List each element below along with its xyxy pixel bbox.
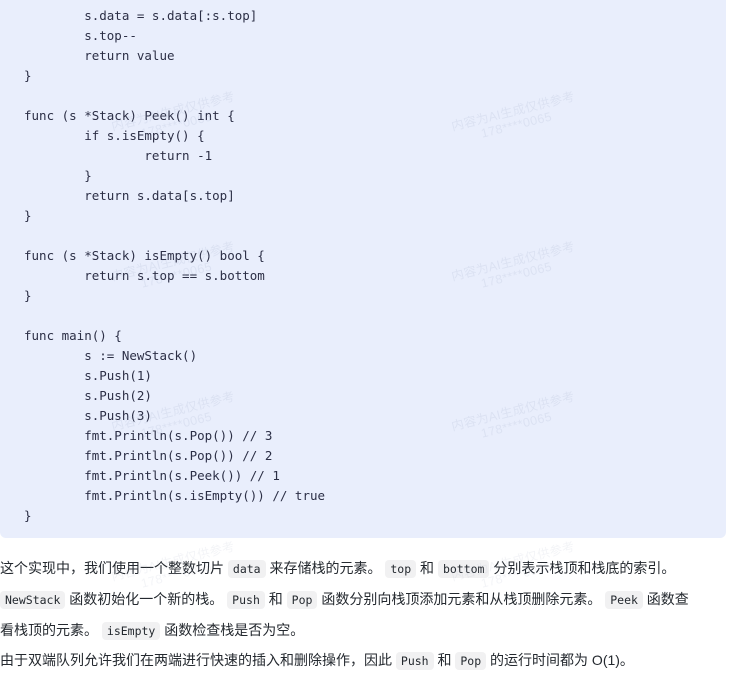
code-line: s := NewStack() xyxy=(24,348,198,363)
inline-code: NewStack xyxy=(0,591,66,609)
inline-code: Pop xyxy=(286,591,318,609)
paragraph-text: 这个实现中，我们使用一个整数切片 data 来存储栈的元素。 top 和 bot… xyxy=(0,560,689,640)
paragraph-text: 由于双端队列允许我们在两端进行快速的插入和删除操作，因此 Push 和 Pop … xyxy=(0,652,634,670)
inline-code: isEmpty xyxy=(101,622,161,640)
code-line: } xyxy=(24,508,32,523)
code-line: s.Push(3) xyxy=(24,408,152,423)
code-block-content[interactable]: s.data = s.data[:s.top] s.top-- return v… xyxy=(0,6,726,526)
code-line: } xyxy=(24,288,32,303)
inline-code: Push xyxy=(395,652,434,670)
code-line: } xyxy=(24,68,32,83)
code-line: func (s *Stack) Peek() int { xyxy=(24,108,235,123)
code-line: s.Push(2) xyxy=(24,388,152,403)
inline-code: top xyxy=(385,560,417,578)
code-line: fmt.Println(s.isEmpty()) // true xyxy=(24,488,326,503)
code-block: s.data = s.data[:s.top] s.top-- return v… xyxy=(0,0,726,538)
code-line: fmt.Println(s.Peek()) // 1 xyxy=(24,468,280,483)
code-line: fmt.Println(s.Pop()) // 3 xyxy=(24,428,273,443)
code-line: s.Push(1) xyxy=(24,368,152,383)
code-line: fmt.Println(s.Pop()) // 2 xyxy=(24,448,273,463)
code-line: s.data = s.data[:s.top] xyxy=(24,8,258,23)
paragraph-complexity-note: 由于双端队列允许我们在两端进行快速的插入和删除操作，因此 Push 和 Pop … xyxy=(0,645,700,676)
code-line: func (s *Stack) isEmpty() bool { xyxy=(24,248,265,263)
code-line: } xyxy=(24,208,32,223)
code-line: return s.top == s.bottom xyxy=(24,268,265,283)
code-line: return value xyxy=(24,48,175,63)
code-line: s.top-- xyxy=(24,28,137,43)
code-line: } xyxy=(24,168,92,183)
code-line: return s.data[s.top] xyxy=(24,188,235,203)
code-line: func main() { xyxy=(24,328,122,343)
code-line: return -1 xyxy=(24,148,213,163)
code-line: if s.isEmpty() { xyxy=(24,128,205,143)
inline-code: Peek xyxy=(605,591,643,609)
inline-code: Pop xyxy=(455,652,487,670)
inline-code: data xyxy=(227,560,266,578)
inline-code: bottom xyxy=(437,560,490,578)
inline-code: Push xyxy=(227,591,265,609)
paragraph-implementation-description: 这个实现中，我们使用一个整数切片 data 来存储栈的元素。 top 和 bot… xyxy=(0,553,700,646)
